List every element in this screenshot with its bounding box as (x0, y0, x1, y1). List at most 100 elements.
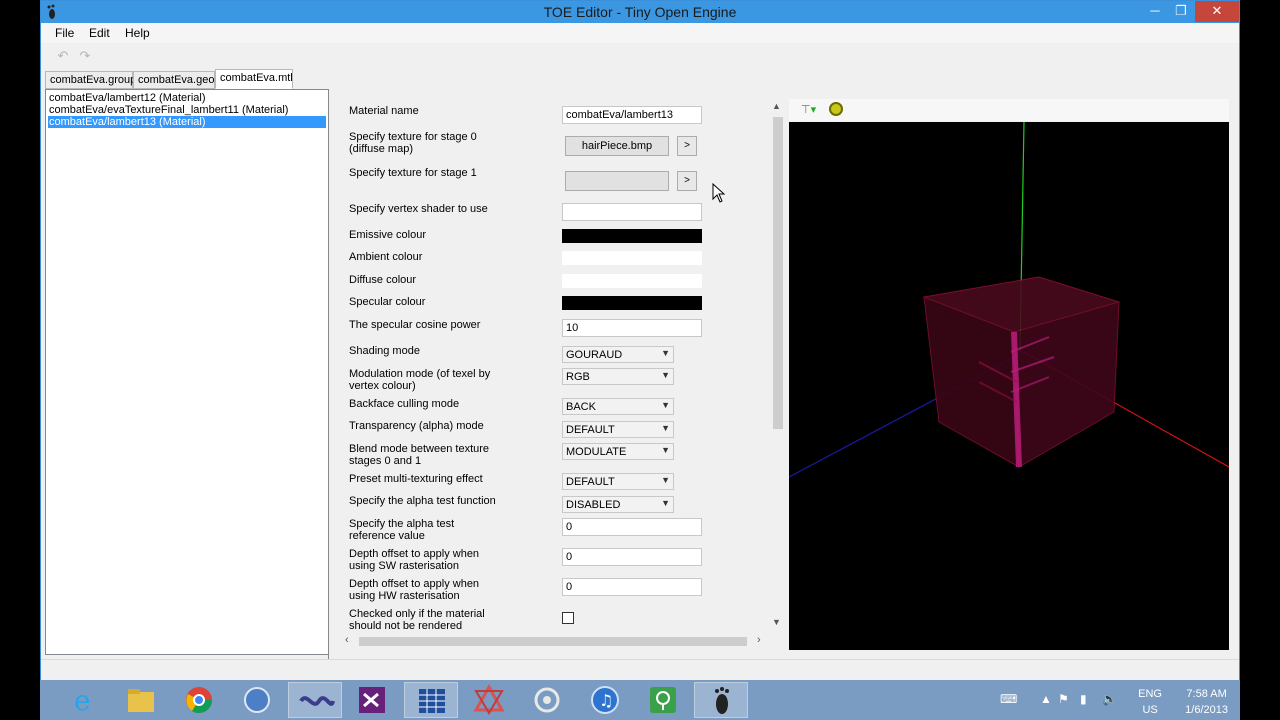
green-app-icon[interactable] (636, 682, 690, 718)
emissive-colour-swatch[interactable] (562, 229, 702, 243)
visual-studio-icon-alt[interactable] (288, 682, 342, 718)
ambient-colour-label: Ambient colour (349, 251, 423, 263)
scroll-down-icon[interactable]: ▼ (772, 617, 781, 627)
spreadsheet-icon[interactable] (404, 682, 458, 718)
alpha-test-function-select[interactable]: DISABLED ▼ (562, 496, 674, 513)
properties-horizontal-scrollbar[interactable]: ‹ › (341, 633, 769, 649)
specular-power-field[interactable]: 10 (562, 319, 702, 337)
axis-toggle-icon[interactable]: ⊤▾ (801, 103, 816, 116)
transparency-mode-label: Transparency (alpha) mode (349, 420, 484, 432)
clock[interactable]: 7:58 AM 1/6/2013 (1185, 686, 1228, 718)
diffuse-colour-swatch[interactable] (562, 274, 702, 288)
texture-stage1-label: Specify texture for stage 1 (349, 167, 477, 179)
app-icon[interactable] (230, 682, 284, 718)
scroll-thumb[interactable] (359, 637, 747, 646)
app-window: TOE Editor - Tiny Open Engine ─ ❐ ✕ File… (40, 0, 1240, 681)
3d-app-icon[interactable] (462, 682, 516, 718)
panel-splitter[interactable] (328, 89, 332, 659)
ambient-colour-swatch[interactable] (562, 251, 702, 265)
alpha-test-function-label: Specify the alpha test function (349, 495, 496, 507)
backface-culling-label: Backface culling mode (349, 398, 460, 410)
visual-studio-icon[interactable] (346, 682, 400, 718)
list-item[interactable]: combatEva/lambert12 (Material) (48, 92, 206, 104)
maximize-button[interactable]: ❐ (1167, 1, 1195, 22)
tab-combateva-mtl[interactable]: combatEva.mtl (215, 69, 293, 89)
redo-icon[interactable]: ↷ (77, 48, 93, 64)
menu-help[interactable]: Help (125, 26, 150, 40)
not-rendered-label: Checked only if the material should not b… (349, 608, 485, 632)
mesh-cube (922, 276, 1121, 468)
blend-mode-select[interactable]: MODULATE ▼ (562, 443, 674, 460)
backface-culling-select[interactable]: BACK ▼ (562, 398, 674, 415)
status-bar (41, 659, 1239, 681)
diffuse-colour-label: Diffuse colour (349, 274, 417, 286)
vertex-shader-field[interactable] (562, 203, 702, 221)
action-center-icon[interactable]: ⚑ (1058, 692, 1069, 706)
close-button[interactable]: ✕ (1195, 1, 1239, 22)
shading-mode-select[interactable]: GOURAUD ▼ (562, 346, 674, 363)
texture-stage0-label: Specify texture for stage 0 (diffuse map) (349, 131, 477, 155)
material-name-label: Material name (349, 105, 419, 117)
not-rendered-checkbox[interactable] (562, 612, 574, 624)
chevron-down-icon: ▼ (661, 498, 670, 508)
texture-stage1-browse-button[interactable]: > (677, 171, 697, 191)
menu-bar: File Edit Help (41, 23, 1239, 43)
depth-offset-sw-label: Depth offset to apply when using SW raste… (349, 548, 480, 572)
viewport-toolbar: ⊤▾ (789, 99, 1229, 121)
menu-file[interactable]: File (55, 26, 74, 40)
alpha-test-ref-field[interactable]: 0 (562, 518, 702, 536)
internet-explorer-icon[interactable]: e (56, 682, 110, 718)
modulation-mode-select[interactable]: RGB ▼ (562, 368, 674, 385)
multitexture-effect-label: Preset multi-texturing effect (349, 473, 483, 485)
depth-offset-sw-field[interactable]: 0 (562, 548, 702, 566)
properties-vertical-scrollbar[interactable]: ▲ ▼ (770, 99, 787, 629)
svg-text:e: e (74, 684, 91, 717)
network-app-icon[interactable] (520, 682, 574, 718)
language-indicator[interactable]: ENG US (1138, 686, 1162, 718)
list-item[interactable]: combatEva/evaTextureFinal_lambert11 (Mat… (48, 104, 288, 116)
multitexture-effect-select[interactable]: DEFAULT ▼ (562, 473, 674, 490)
scroll-up-icon[interactable]: ▲ (772, 101, 781, 111)
undo-icon[interactable]: ↶ (55, 48, 71, 64)
emissive-colour-label: Emissive colour (349, 229, 427, 241)
chrome-icon[interactable] (172, 682, 226, 718)
network-icon[interactable]: ▮ (1080, 692, 1087, 706)
show-hidden-icons-icon[interactable]: ▲ (1040, 692, 1052, 706)
taskbar: e ♫ ⌨ ▲ ⚑ ▮ 🔈 ENG US 7:58 AM 1/6/2013 (40, 680, 1240, 720)
transparency-mode-select[interactable]: DEFAULT ▼ (562, 421, 674, 438)
tab-combateva-geo[interactable]: combatEva.geo (133, 71, 215, 89)
texture-stage1-button[interactable] (565, 171, 669, 191)
texture-stage0-browse-button[interactable]: > (677, 136, 697, 156)
material-list[interactable]: combatEva/lambert12 (Material) combatEva… (45, 89, 329, 655)
tab-combateva-group[interactable]: combatEva.group (45, 71, 136, 89)
material-properties-panel: Material name combatEva/lambert13 Specif… (337, 89, 787, 659)
list-item-selected[interactable]: combatEva/lambert13 (Material) (48, 116, 326, 128)
specular-colour-swatch[interactable] (562, 296, 702, 310)
svg-text:♫: ♫ (599, 691, 613, 710)
scroll-thumb[interactable] (773, 117, 783, 429)
chevron-down-icon: ▼ (661, 423, 670, 433)
blend-mode-label: Blend mode between texture stages 0 and 1 (349, 443, 490, 467)
minimize-button[interactable]: ─ (1141, 1, 1169, 22)
chevron-down-icon: ▼ (661, 370, 670, 380)
scroll-left-icon[interactable]: ‹ (345, 634, 349, 646)
gear-icon[interactable] (829, 102, 843, 116)
texture-stage0-button[interactable]: hairPiece.bmp (565, 136, 669, 156)
menu-edit[interactable]: Edit (89, 26, 110, 40)
depth-offset-hw-field[interactable]: 0 (562, 578, 702, 596)
material-name-field[interactable]: combatEva/lambert13 (562, 106, 702, 124)
toolbar: ↶ ↷ (41, 45, 1239, 67)
volume-icon[interactable]: 🔈 (1102, 692, 1117, 706)
specular-colour-label: Specular colour (349, 296, 426, 308)
toe-editor-icon[interactable] (694, 682, 748, 718)
scroll-right-icon[interactable]: › (757, 634, 761, 646)
file-explorer-icon[interactable] (114, 682, 168, 718)
depth-offset-hw-label: Depth offset to apply when using HW raste… (349, 578, 480, 602)
keyboard-icon[interactable]: ⌨ (1000, 692, 1017, 706)
itunes-icon[interactable]: ♫ (578, 682, 632, 718)
chevron-down-icon: ▼ (661, 475, 670, 485)
title-bar[interactable]: TOE Editor - Tiny Open Engine ─ ❐ ✕ (41, 1, 1239, 23)
chevron-down-icon: ▼ (661, 348, 670, 358)
3d-viewport[interactable] (789, 122, 1229, 650)
chevron-down-icon: ▼ (661, 445, 670, 455)
